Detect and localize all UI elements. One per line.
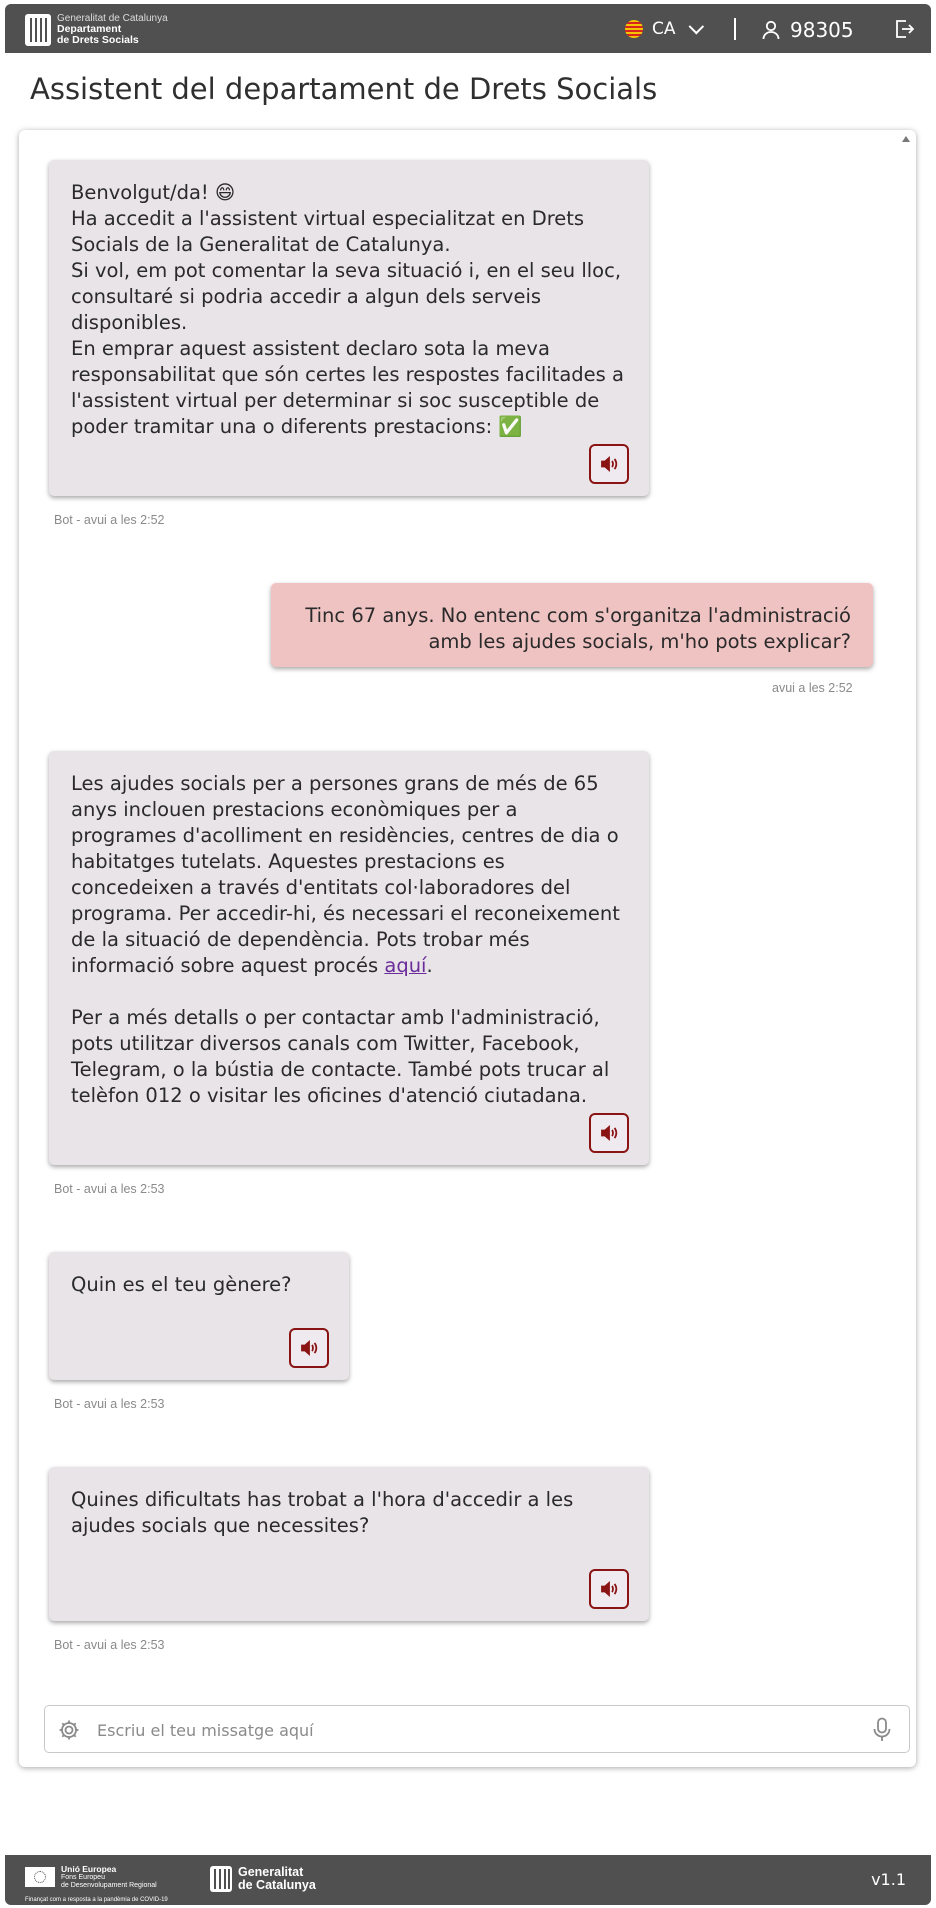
- chat-panel: Benvolgut/da! 😄 Ha accedit a l'assistent…: [19, 130, 916, 1767]
- logout-button[interactable]: [894, 19, 915, 43]
- generalitat-emblem-icon: [210, 1866, 232, 1892]
- speak-button[interactable]: [589, 444, 629, 484]
- generalitat-emblem-icon: [25, 13, 51, 46]
- message-input[interactable]: [95, 1715, 839, 1745]
- chevron-down-icon: [688, 18, 704, 34]
- flag-icon: [625, 20, 643, 38]
- user-icon: [762, 20, 780, 40]
- page-title: Assistent del departament de Drets Socia…: [30, 72, 658, 106]
- message-text: Quines dificultats has trobat a l'hora d…: [71, 1488, 574, 1537]
- eu-line1: Unió Europea: [61, 1864, 117, 1874]
- speaker-icon: [601, 1581, 618, 1597]
- message-text: Quin es el teu gènere?: [71, 1273, 292, 1296]
- language-code: CA: [652, 19, 676, 39]
- bot-message: Benvolgut/da! 😄 Ha accedit a l'assistent…: [49, 160, 649, 496]
- bot-message: Quines dificultats has trobat a l'hora d…: [49, 1467, 649, 1621]
- header-divider: [734, 18, 736, 40]
- message-meta: Bot - avui a les 2:53: [54, 1182, 165, 1196]
- generalitat-logo: Generalitat de Catalunya: [210, 1866, 316, 1892]
- speak-button[interactable]: [589, 1113, 629, 1153]
- scroll-up-arrow-icon[interactable]: [902, 136, 910, 142]
- gen-line2: de Catalunya: [238, 1878, 316, 1892]
- message-meta: Bot - avui a les 2:52: [54, 513, 165, 527]
- message-composer: [44, 1705, 910, 1753]
- language-selector[interactable]: CA: [625, 18, 704, 39]
- user-message: Tinc 67 anys. No entenc com s'organitza …: [271, 583, 873, 667]
- logout-icon: [896, 20, 915, 38]
- department-logo: Generalitat de Catalunya Departament de …: [25, 13, 168, 46]
- message-line: En emprar aquest assistent declaro sota …: [71, 337, 624, 438]
- eu-funding-logo: Unió Europea Fons Europeu de Desenvolupa…: [25, 1865, 168, 1904]
- message-line: Ha accedit a l'assistent virtual especia…: [71, 207, 585, 256]
- message-meta: avui a les 2:52: [772, 681, 853, 695]
- gear-icon[interactable]: [57, 1718, 81, 1746]
- message-paragraph: Per a més detalls o per contactar amb l'…: [71, 1006, 610, 1107]
- top-bar: Generalitat de Catalunya Departament de …: [5, 4, 931, 53]
- message-line: Benvolgut/da! 😄: [71, 181, 236, 204]
- footer-bar: Unió Europea Fons Europeu de Desenvolupa…: [5, 1855, 931, 1905]
- speak-button[interactable]: [589, 1569, 629, 1609]
- eu-line2: Fons Europeu: [61, 1873, 105, 1881]
- speaker-icon: [601, 456, 618, 472]
- message-line: Si vol, em pot comentar la seva situació…: [71, 259, 622, 334]
- eu-note: Finançat com a resposta a la pandèmia de…: [25, 1896, 168, 1903]
- message-text: Tinc 67 anys. No entenc com s'organitza …: [305, 604, 851, 653]
- speaker-icon: [601, 1125, 618, 1141]
- info-link[interactable]: aquí: [384, 954, 426, 977]
- speaker-icon: [301, 1340, 318, 1356]
- message-meta: Bot - avui a les 2:53: [54, 1397, 165, 1411]
- microphone-icon[interactable]: [873, 1717, 891, 1747]
- user-account[interactable]: 98305: [762, 18, 854, 42]
- bot-message: Les ajudes socials per a persones grans …: [49, 751, 649, 1165]
- user-id: 98305: [790, 18, 854, 42]
- app-version: v1.1: [871, 1870, 906, 1889]
- eu-line3: de Desenvolupament Regional: [61, 1882, 157, 1889]
- eu-flag-icon: [25, 1867, 55, 1887]
- bot-message: Quin es el teu gènere?: [49, 1252, 349, 1380]
- speak-button[interactable]: [289, 1328, 329, 1368]
- department-name-line2: de Drets Socials: [57, 34, 139, 46]
- message-meta: Bot - avui a les 2:53: [54, 1638, 165, 1652]
- message-paragraph: Les ajudes socials per a persones grans …: [71, 772, 620, 977]
